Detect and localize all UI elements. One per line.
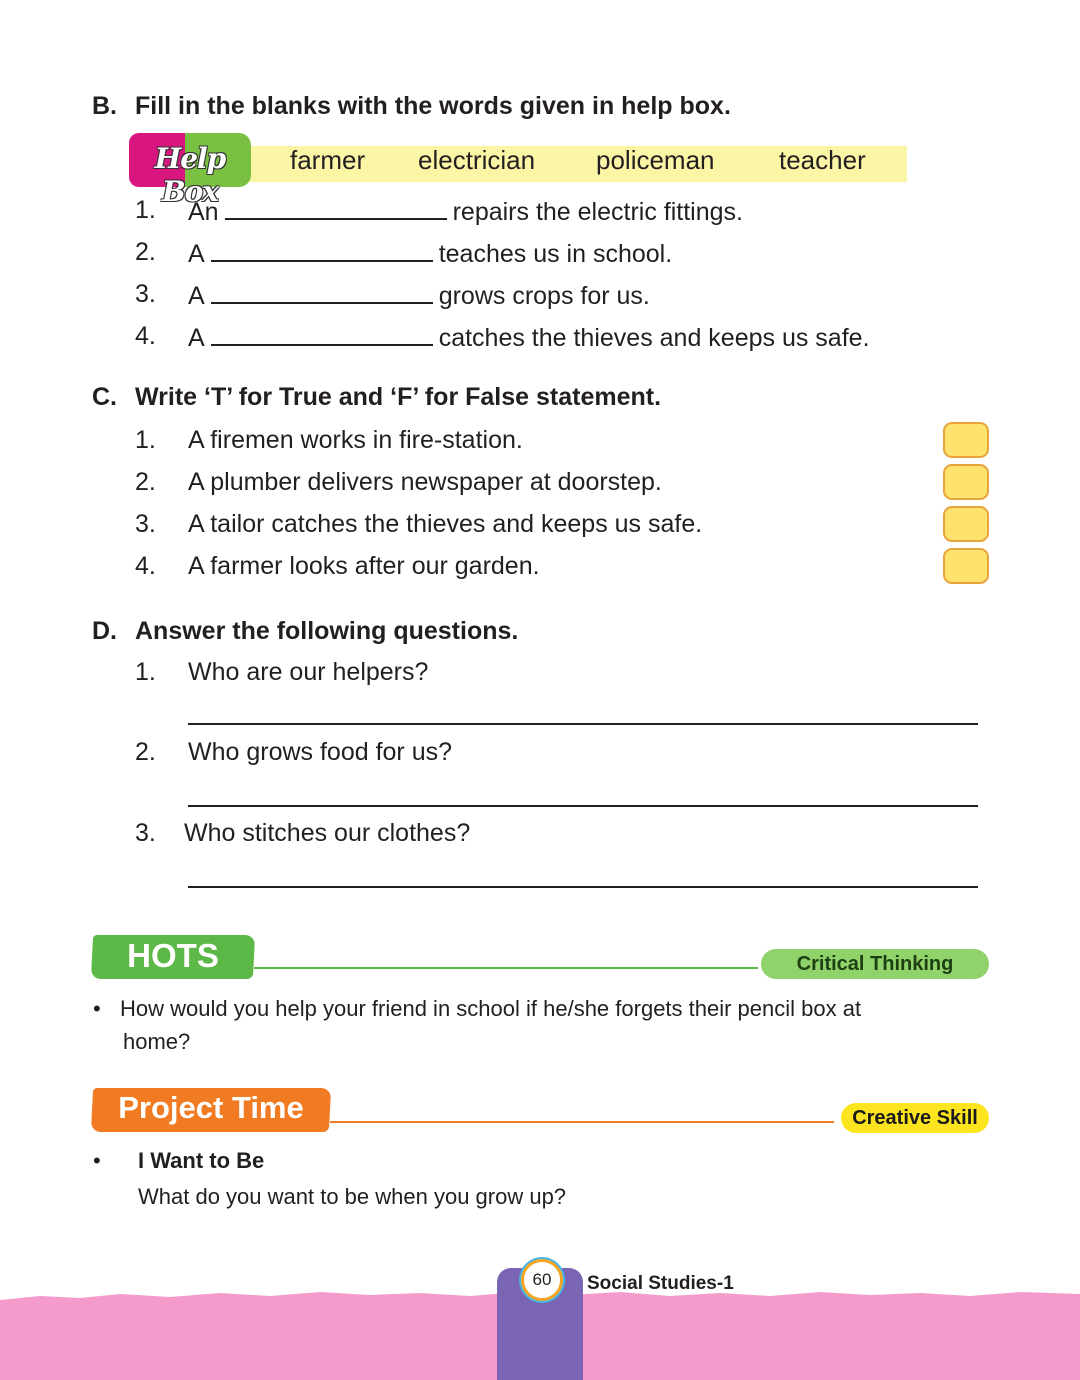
section-c-letter: C. [92,383,117,411]
page-number-badge: 60 [521,1259,563,1301]
book-title: Social Studies-1 [587,1273,734,1294]
true-false-item: 1. A firemen works in fire-station. [0,426,900,460]
item-number: 4. [135,322,156,350]
blank-line[interactable] [224,196,447,220]
item-number: 1. [135,426,156,454]
blank-line[interactable] [210,322,433,346]
item-number: 2. [135,738,156,766]
question-item: 1. Who are our helpers? [0,658,1080,692]
section-d-letter: D. [92,617,117,645]
true-false-item: 4. A farmer looks after our garden. [0,552,900,586]
answer-box[interactable] [943,506,989,542]
help-box-logo: Help Box [129,133,251,208]
item-number: 3. [135,510,156,538]
answer-line[interactable] [188,886,978,888]
item-prefix: A [188,324,205,352]
item-prefix: A [188,282,205,310]
question-item: 2. Who grows food for us? [0,738,1080,772]
item-text: Acatches the thieves and keeps us safe. [188,322,870,353]
item-number: 3. [135,280,156,308]
item-text: Who grows food for us? [188,738,453,766]
hots-question-line-2: home? [123,1029,191,1054]
help-word-teacher: teacher [779,145,866,175]
project-divider [330,1121,834,1123]
fill-blank-item: 2. Ateaches us in school. [0,238,1080,272]
answer-line[interactable] [188,805,978,807]
item-suffix: teaches us in school. [438,240,673,268]
project-title: Project Time [118,1090,304,1125]
item-text: A plumber delivers newspaper at doorstep… [188,468,662,496]
hots-divider [254,967,758,969]
item-text: An repairs the electric fittings. [188,196,743,227]
help-word-policeman: policeman [596,145,715,175]
help-word-farmer: farmer [290,145,366,175]
item-number: 3. [135,819,156,847]
question-item: 3. Who stitches our clothes? [0,819,1080,853]
true-false-item: 3. A tailor catches the thieves and keep… [0,510,900,544]
item-text: A tailor catches the thieves and keeps u… [188,510,703,538]
blank-line[interactable] [210,280,433,304]
fill-blank-item: 1. An repairs the electric fittings. [0,196,1080,230]
page-number: 60 [532,1270,552,1289]
item-text: Agrows crops for us. [188,280,650,311]
hots-title: HOTS [127,937,219,974]
section-b-heading: B. Fill in the blanks with the words giv… [0,92,1080,126]
item-text: Who stitches our clothes? [184,819,471,847]
answer-box[interactable] [943,548,989,584]
item-number: 4. [135,552,156,580]
item-prefix: An [188,198,219,226]
project-tag: Creative Skill [841,1103,989,1133]
project-content: • I Want to Be What do you want to be wh… [0,1146,1080,1218]
item-suffix: repairs the electric fittings. [452,198,743,226]
item-number: 2. [135,238,156,266]
project-bullet: • [93,1148,101,1173]
section-d-title: Answer the following questions. [135,617,519,645]
section-b-letter: B. [92,92,117,120]
item-number: 1. [135,658,156,686]
item-number: 2. [135,468,156,496]
item-suffix: catches the thieves and keeps us safe. [438,324,870,352]
blank-line[interactable] [210,238,433,262]
true-false-item: 2. A plumber delivers newspaper at doors… [0,468,900,502]
item-text: A farmer looks after our garden. [188,552,540,580]
answer-box[interactable] [943,464,989,500]
section-c-title: Write ‘T’ for True and ‘F’ for False sta… [135,383,662,411]
item-number: 1. [135,196,156,224]
hots-tag: Critical Thinking [761,949,989,979]
project-question: What do you want to be when you grow up? [138,1184,567,1209]
hots-question: • How would you help your friend in scho… [0,994,1080,1058]
hots-bullet: • [93,996,101,1021]
section-d-heading: D. Answer the following questions. [0,617,1080,651]
item-text: A firemen works in fire-station. [188,426,523,454]
section-b-title: Fill in the blanks with the words given … [135,92,731,120]
item-prefix: A [188,240,205,268]
item-text: Who are our helpers? [188,658,429,686]
answer-box[interactable] [943,422,989,458]
fill-blank-item: 4. Acatches the thieves and keeps us saf… [0,322,1080,356]
hots-question-line-1: How would you help your friend in school… [120,996,862,1021]
item-suffix: grows crops for us. [438,282,650,310]
item-text: Ateaches us in school. [188,238,672,269]
project-subtitle: I Want to Be [138,1148,265,1173]
section-c-heading: C. Write ‘T’ for True and ‘F’ for False … [0,383,1080,417]
fill-blank-item: 3. Agrows crops for us. [0,280,1080,314]
answer-line[interactable] [188,723,978,725]
help-word-electrician: electrician [418,145,536,175]
